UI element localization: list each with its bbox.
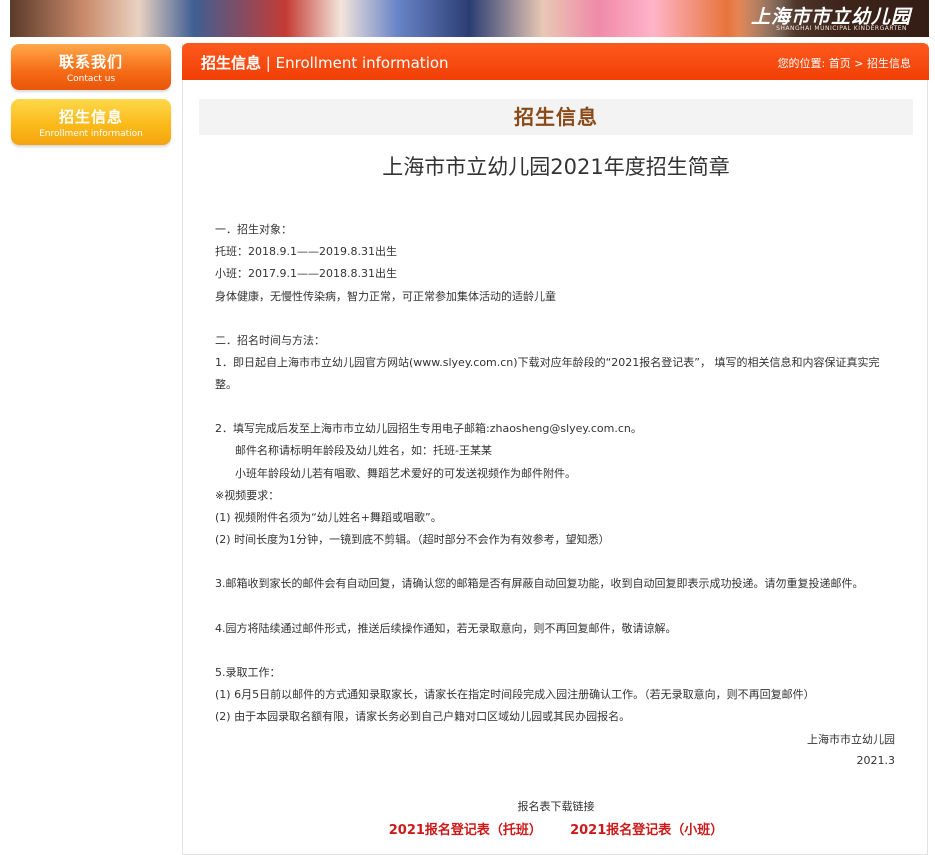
paragraph-line: 2．填写完成后发至上海市市立幼儿园招生专用电子邮箱:zhaosheng@slye… (215, 422, 642, 435)
paragraph-line: 邮件名称请标明年龄段及幼儿姓名，如：托班-王某某 (235, 444, 492, 457)
section-title-en: Enrollment information (275, 54, 449, 72)
sidebar-item-sublabel: Contact us (66, 74, 116, 84)
paragraph-line: ※视频要求： (215, 489, 280, 502)
document-title: 上海市市立幼儿园2021年度招生简章 (382, 155, 730, 179)
section-title: 招生信息 | Enrollment information (201, 52, 449, 73)
paragraph-line: (2) 由于本园录取名额有限，请家长务必到自己户籍对口区域幼儿园或其民办园报名。 (215, 710, 631, 723)
breadcrumb-arrow: > (854, 57, 864, 70)
paragraph-line: 身体健康，无慢性传染病，智力正常，可正常参加集体活动的适龄儿童 (215, 290, 556, 303)
paragraph-line: (2) 时间长度为1分钟，一镜到底不剪辑。（超时部分不会作为有效参考，望知悉） (215, 533, 610, 546)
paragraph-line: 小班年龄段幼儿若有唱歌、舞蹈艺术爱好的可发送视频作为邮件附件。 (235, 467, 576, 480)
sidebar-item-contact[interactable]: 联系我们 Contact us (11, 44, 171, 90)
sidebar-item-sublabel: Enrollment information (39, 129, 143, 139)
paragraph-line: 5.录取工作： (215, 666, 281, 679)
page-title-bar: 招生信息 (199, 99, 913, 135)
paragraph-line: 托班：2018.9.1——2019.8.31出生 (215, 245, 397, 258)
page-title: 招生信息 (514, 105, 598, 129)
signature-org: 上海市市立幼儿园 (807, 733, 895, 746)
section-title-separator: | (265, 54, 271, 72)
site-logo-subtitle: SHANGHAI MUNICIPAL KINDERGARTEN (776, 25, 907, 32)
signature-date: 2021.3 (856, 754, 896, 767)
download-link-xiaoban[interactable]: 2021报名登记表（小班） (570, 823, 723, 838)
top-banner: 上海市市立幼儿园 SHANGHAI MUNICIPAL KINDERGARTEN (10, 0, 929, 37)
paragraph-line: 小班：2017.9.1——2018.8.31出生 (215, 267, 397, 280)
sidebar-item-label: 招生信息 (58, 108, 123, 126)
breadcrumb-current[interactable]: 招生信息 (867, 57, 911, 70)
paragraph-line: 3.邮箱收到家长的邮件会有自动回复，请确认您的邮箱是否有屏蔽自动回复功能，收到自… (215, 577, 864, 590)
paragraph-line: 4.园方将陆续通过邮件形式，推送后续操作通知，若无录取意向，则不再回复邮件，敬请… (215, 622, 677, 635)
sidebar-item-enrollment[interactable]: 招生信息 Enrollment information (11, 99, 171, 145)
section-title-cn: 招生信息 (201, 54, 262, 72)
section-header: 招生信息 | Enrollment information 您的位置: 首页 >… (182, 43, 929, 80)
download-link-tuoban[interactable]: 2021报名登记表（托班） (389, 823, 542, 838)
breadcrumb-home-link[interactable]: 首页 (829, 57, 851, 70)
paragraph-line: 整。 (215, 378, 237, 391)
paragraph-line: (1) 视频附件名须为“幼儿姓名+舞蹈或唱歌”。 (215, 511, 442, 524)
paragraph-line: (1) 6月5日前以邮件的方式通知录取家长，请家长在指定时间段完成入园注册确认工… (215, 688, 815, 701)
download-links: 2021报名登记表（托班） 2021报名登记表（小班） (183, 819, 929, 838)
main-panel: 招生信息 | Enrollment information 您的位置: 首页 >… (182, 43, 929, 855)
paragraph-line: 1．即日起自上海市市立幼儿园官方网站(www.slyey.com.cn)下载对应… (215, 356, 880, 369)
breadcrumb: 您的位置: 首页 > 招生信息 (778, 55, 911, 71)
download-section-title: 报名表下载链接 (517, 800, 595, 813)
paragraph-line: 二．招名时间与方法： (215, 334, 325, 347)
paragraph-line: 一．招生对象： (215, 223, 292, 236)
breadcrumb-prefix: 您的位置: (777, 57, 826, 70)
sidebar-item-label: 联系我们 (58, 53, 123, 71)
